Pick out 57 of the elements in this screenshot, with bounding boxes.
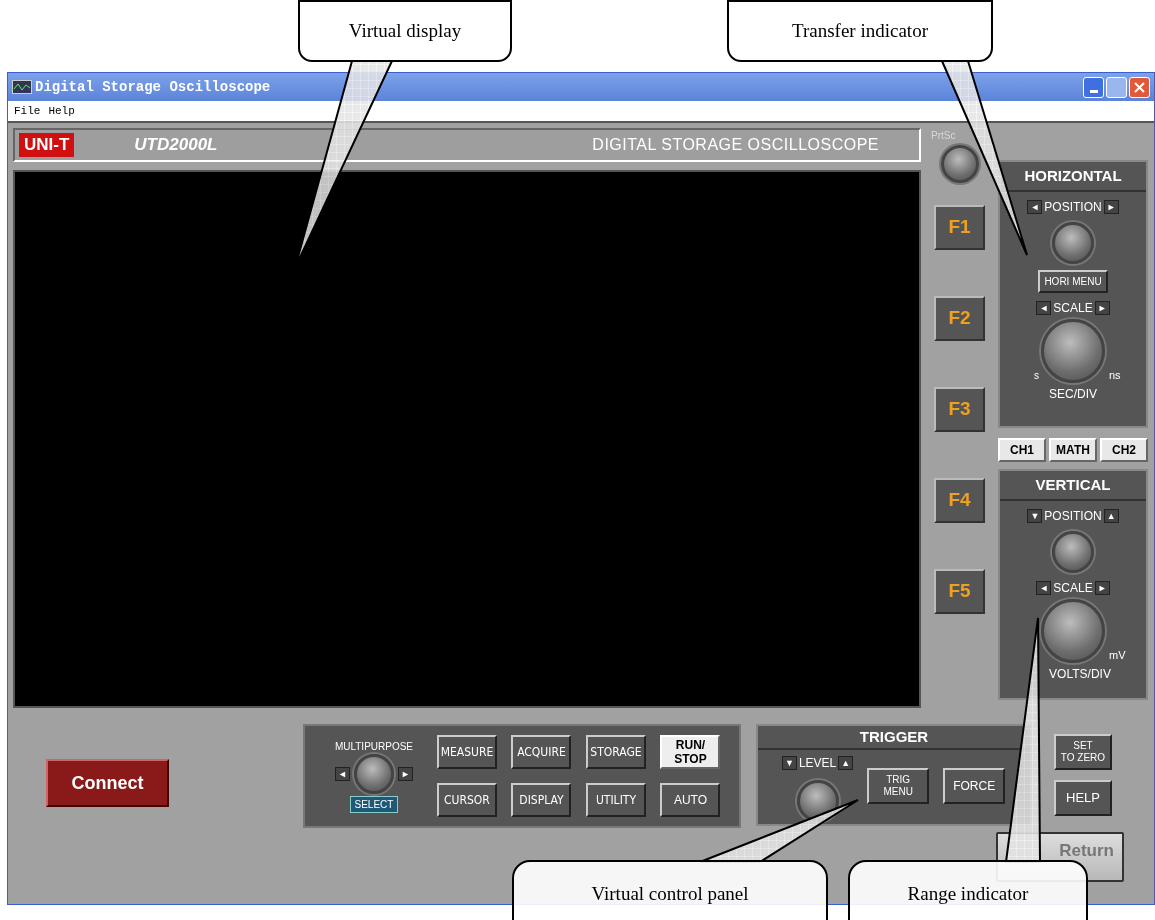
model-name: UTD2000L	[134, 134, 218, 157]
arrow-button[interactable]: ▼	[782, 756, 797, 770]
close-button[interactable]	[1129, 76, 1150, 98]
panel-button[interactable]: RUN/ STOP	[660, 735, 721, 769]
scale-label: s	[1033, 369, 1040, 383]
unit-label: SEC/DIV	[1049, 386, 1097, 403]
trigger-button[interactable]: TRIG MENU	[867, 768, 930, 804]
scale-label: ns	[1108, 367, 1122, 383]
unit-label: VOLTS/DIV	[1049, 666, 1111, 683]
control-label: SCALE	[1053, 580, 1093, 597]
hori-menu-button[interactable]: HORI MENU	[1038, 270, 1108, 293]
side-button[interactable]: HELP	[1054, 780, 1112, 816]
arrow-button[interactable]: ▲	[838, 756, 854, 770]
maximize-button[interactable]	[1106, 76, 1127, 98]
panel-button[interactable]: DISPLAY	[511, 783, 572, 817]
brand-logo: UNI-T	[19, 133, 75, 157]
control-label: POSITION	[1044, 199, 1102, 216]
arrow-button[interactable]: ►	[1094, 301, 1110, 315]
arrow-button[interactable]: ▼	[1027, 509, 1043, 523]
monitor-icon	[12, 80, 32, 94]
menu-item[interactable]: File	[14, 102, 41, 120]
side-button[interactable]: SET TO ZERO	[1054, 734, 1112, 770]
arrow-button[interactable]: ◄	[1036, 581, 1052, 595]
panel-button[interactable]: CURSOR	[436, 783, 497, 817]
minimize-button[interactable]	[1083, 76, 1104, 98]
arrow-button[interactable]: ◄	[1036, 301, 1052, 315]
callout: Virtual control panel	[512, 860, 828, 920]
callout: Virtual display	[298, 0, 512, 62]
arrow-button[interactable]: ◄	[335, 767, 350, 781]
select-button[interactable]: SELECT	[349, 796, 399, 813]
arrow-button[interactable]: ◄	[1027, 200, 1043, 214]
channel-button[interactable]: CH1	[998, 438, 1046, 462]
arrow-button[interactable]: ►	[397, 767, 413, 781]
arrow-button[interactable]: ►	[1103, 200, 1119, 214]
menu-item[interactable]: Help	[48, 102, 75, 120]
scale-label: mV	[1108, 647, 1127, 663]
control-label: LEVEL	[798, 755, 837, 772]
trigger-button[interactable]: FORCE	[943, 768, 1006, 804]
channel-button[interactable]: CH2	[1100, 438, 1148, 462]
header-caption: DIGITAL STORAGE OSCILLOSCOPE	[592, 135, 879, 155]
control-label: SCALE	[1053, 300, 1093, 317]
connect-button[interactable]: Connect	[46, 759, 169, 807]
panel-button[interactable]: UTILITY	[585, 783, 646, 817]
window-title: Digital Storage Oscilloscope	[35, 77, 271, 97]
callout: Range indicator	[848, 860, 1088, 920]
panel-button[interactable]: ACQUIRE	[511, 735, 572, 769]
panel-button[interactable]: MEASURE	[436, 735, 497, 769]
callout: Transfer indicator	[727, 0, 993, 62]
panel-title: VERTICAL	[1000, 471, 1146, 501]
control-label: MULTIPURPOSE	[334, 740, 414, 754]
panel-button[interactable]: STORAGE	[585, 735, 646, 769]
arrow-button[interactable]: ►	[1094, 581, 1110, 595]
arrow-button[interactable]: ▲	[1103, 509, 1119, 523]
panel-button[interactable]: AUTO	[660, 783, 721, 817]
control-label: POSITION	[1044, 508, 1102, 525]
channel-button[interactable]: MATH	[1049, 438, 1097, 462]
close-icon	[1134, 81, 1145, 93]
